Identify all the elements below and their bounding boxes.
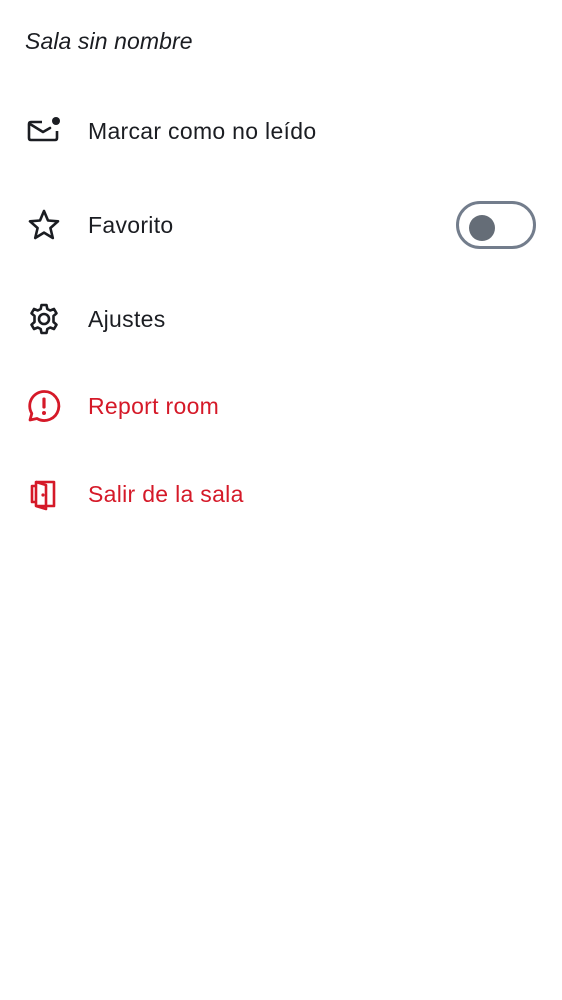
- leave-room-label: Salir de la sala: [88, 480, 244, 507]
- favourite-label: Favorito: [88, 211, 174, 238]
- report-room-label: Report room: [88, 392, 220, 419]
- toggle-knob: [469, 215, 495, 241]
- favourite-item[interactable]: Favorito: [0, 193, 562, 257]
- star-outline-icon: [26, 207, 62, 243]
- settings-item[interactable]: Ajustes: [0, 287, 562, 351]
- mail-unread-icon: [26, 113, 62, 149]
- favourite-toggle[interactable]: [456, 201, 536, 249]
- settings-label: Ajustes: [88, 305, 166, 332]
- report-room-item[interactable]: Report room: [0, 374, 562, 438]
- mark-unread-item[interactable]: Marcar como no leído: [0, 99, 562, 163]
- mark-unread-label: Marcar como no leído: [88, 117, 317, 144]
- room-options-sheet: Sala sin nombre Marcar como no leído Fav…: [0, 0, 562, 1000]
- report-chat-icon: [26, 388, 62, 424]
- leave-room-item[interactable]: Salir de la sala: [0, 462, 562, 526]
- leave-door-icon: [26, 476, 62, 512]
- gear-icon: [26, 301, 62, 337]
- room-title: Sala sin nombre: [25, 28, 193, 54]
